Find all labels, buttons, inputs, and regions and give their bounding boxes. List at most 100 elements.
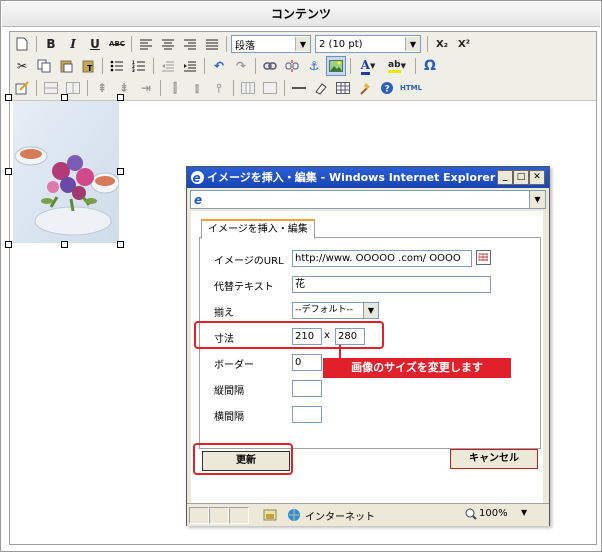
format-select[interactable]: 段落 ▼ bbox=[231, 35, 311, 53]
border-input[interactable]: 0 bbox=[292, 354, 322, 371]
resize-handle[interactable] bbox=[117, 168, 124, 175]
cleanup-code-icon[interactable] bbox=[355, 78, 375, 98]
chevron-down-icon: ▼ bbox=[363, 303, 378, 318]
align-right-icon[interactable] bbox=[180, 34, 200, 54]
subscript-button[interactable]: X₂ bbox=[432, 34, 452, 54]
maximize-icon[interactable]: □ bbox=[513, 170, 529, 185]
delete-row-icon[interactable]: ⇥ bbox=[136, 78, 156, 98]
highlight-color-button[interactable]: ab ▼ bbox=[383, 56, 411, 76]
outdent-icon[interactable] bbox=[158, 56, 178, 76]
resize-handle[interactable] bbox=[5, 241, 12, 248]
resize-handle[interactable] bbox=[61, 94, 68, 101]
align-center-icon[interactable] bbox=[158, 34, 178, 54]
copy-icon[interactable] bbox=[34, 56, 54, 76]
chevron-down-icon[interactable]: ▼ bbox=[529, 191, 545, 208]
url-label: イメージのURL bbox=[214, 256, 284, 267]
bullet-list-icon[interactable] bbox=[107, 56, 127, 76]
minimize-icon[interactable]: _ bbox=[497, 170, 513, 185]
alt-text-label: 代替テキスト bbox=[214, 282, 274, 293]
align-label: 揃え bbox=[214, 308, 234, 319]
tab-insert-edit-image[interactable]: イメージを挿入・編集 bbox=[201, 219, 315, 239]
font-color-label: A bbox=[360, 58, 370, 75]
address-bar[interactable]: e ▼ bbox=[190, 190, 546, 209]
zoom-icon[interactable] bbox=[465, 508, 477, 520]
alt-text-input[interactable]: 花 bbox=[292, 276, 491, 293]
resize-handle[interactable] bbox=[117, 241, 124, 248]
ie-icon: e bbox=[194, 193, 202, 206]
ie-icon: e bbox=[191, 171, 204, 185]
border-label: ボーダー bbox=[214, 360, 254, 371]
highlight-label: ab bbox=[388, 60, 401, 73]
delete-col-icon[interactable]: ⫯ bbox=[209, 78, 229, 98]
paste-icon[interactable] bbox=[56, 56, 76, 76]
redo-icon[interactable]: ↷ bbox=[231, 56, 251, 76]
svg-text:3: 3 bbox=[132, 68, 135, 72]
bold-button[interactable]: B bbox=[41, 34, 61, 54]
unlink-icon[interactable] bbox=[282, 56, 302, 76]
resize-handle[interactable] bbox=[5, 168, 12, 175]
image-url-input[interactable]: http://www. OOOOO .com/ OOOO bbox=[292, 250, 472, 267]
svg-text:T: T bbox=[87, 64, 93, 73]
indent-icon[interactable] bbox=[180, 56, 200, 76]
insert-col-after-icon[interactable]: ⫾ bbox=[187, 78, 207, 98]
insert-col-before-icon[interactable]: ⫿ bbox=[165, 78, 185, 98]
hspace-input[interactable] bbox=[292, 406, 322, 423]
align-select[interactable]: --デフォルト-- ▼ bbox=[292, 302, 379, 319]
remove-format-icon[interactable] bbox=[311, 78, 331, 98]
status-bar: インターネット 100% ▼ bbox=[187, 503, 549, 526]
browse-icon[interactable] bbox=[476, 250, 491, 265]
dimensions-highlight bbox=[194, 321, 384, 349]
vspace-label: 縦間隔 bbox=[214, 386, 244, 397]
strikethrough-button[interactable]: ABC bbox=[107, 34, 127, 54]
table-row-props-icon[interactable] bbox=[41, 78, 61, 98]
resize-callout: 画像のサイズを変更します bbox=[323, 358, 511, 378]
help-icon[interactable]: ? bbox=[377, 78, 397, 98]
zoom-level[interactable]: 100% bbox=[479, 508, 508, 519]
numbered-list-icon[interactable]: 123 bbox=[129, 56, 149, 76]
dialog-title-bar[interactable]: e イメージを挿入・編集 - Windows Internet Explorer… bbox=[187, 167, 549, 188]
chevron-down-icon: ▼ bbox=[405, 37, 420, 51]
format-select-value: 段落 bbox=[235, 40, 255, 52]
hspace-label: 横間隔 bbox=[214, 412, 244, 423]
close-icon[interactable]: ✕ bbox=[529, 170, 545, 185]
resize-handle[interactable] bbox=[61, 241, 68, 248]
special-character-button[interactable]: Ω bbox=[420, 56, 440, 76]
superscript-button[interactable]: X² bbox=[454, 34, 474, 54]
callout-stem bbox=[339, 345, 341, 358]
split-cells-icon[interactable] bbox=[238, 78, 258, 98]
align-select-value: --デフォルト-- bbox=[295, 305, 353, 315]
link-icon[interactable] bbox=[260, 56, 280, 76]
panel-title: コンテンツ bbox=[2, 2, 600, 27]
zone-status: インターネット bbox=[305, 512, 375, 523]
protected-mode-icon bbox=[263, 509, 277, 521]
paste-text-icon[interactable]: T bbox=[78, 56, 98, 76]
edit-css-icon[interactable] bbox=[12, 78, 32, 98]
flower-image[interactable] bbox=[13, 101, 119, 243]
resize-handle[interactable] bbox=[5, 94, 12, 101]
font-size-select[interactable]: 2 (10 pt) ▼ bbox=[315, 35, 421, 53]
internet-zone-icon bbox=[288, 509, 300, 521]
chevron-down-icon[interactable]: ▼ bbox=[521, 508, 527, 517]
dialog-title: イメージを挿入・編集 - Windows Internet Explorer bbox=[207, 171, 496, 184]
cancel-button[interactable]: キャンセル bbox=[450, 449, 538, 469]
merge-cells-icon[interactable] bbox=[260, 78, 280, 98]
resize-handle[interactable] bbox=[117, 94, 124, 101]
insert-image-button[interactable] bbox=[326, 56, 346, 76]
vspace-input[interactable] bbox=[292, 380, 322, 397]
new-document-icon[interactable] bbox=[12, 34, 32, 54]
editor-toolbar: B I U ABC 段落 ▼ 2 (10 pt) ▼ X₂ X² ✂ T 1 2… bbox=[10, 32, 596, 101]
align-justify-icon[interactable] bbox=[202, 34, 222, 54]
horizontal-rule-icon[interactable] bbox=[289, 78, 309, 98]
anchor-icon[interactable]: ⚓ bbox=[304, 56, 324, 76]
cut-icon[interactable]: ✂ bbox=[12, 56, 32, 76]
insert-row-before-icon[interactable]: ⇞ bbox=[92, 78, 112, 98]
align-left-icon[interactable] bbox=[136, 34, 156, 54]
undo-icon[interactable]: ↶ bbox=[209, 56, 229, 76]
italic-button[interactable]: I bbox=[63, 34, 83, 54]
insert-table-icon[interactable] bbox=[333, 78, 353, 98]
html-source-button[interactable]: HTML bbox=[399, 78, 423, 98]
svg-text:?: ? bbox=[385, 85, 390, 95]
font-color-button[interactable]: A ▼ bbox=[355, 56, 381, 76]
underline-button[interactable]: U bbox=[85, 34, 105, 54]
font-size-value: 2 (10 pt) bbox=[319, 38, 363, 50]
